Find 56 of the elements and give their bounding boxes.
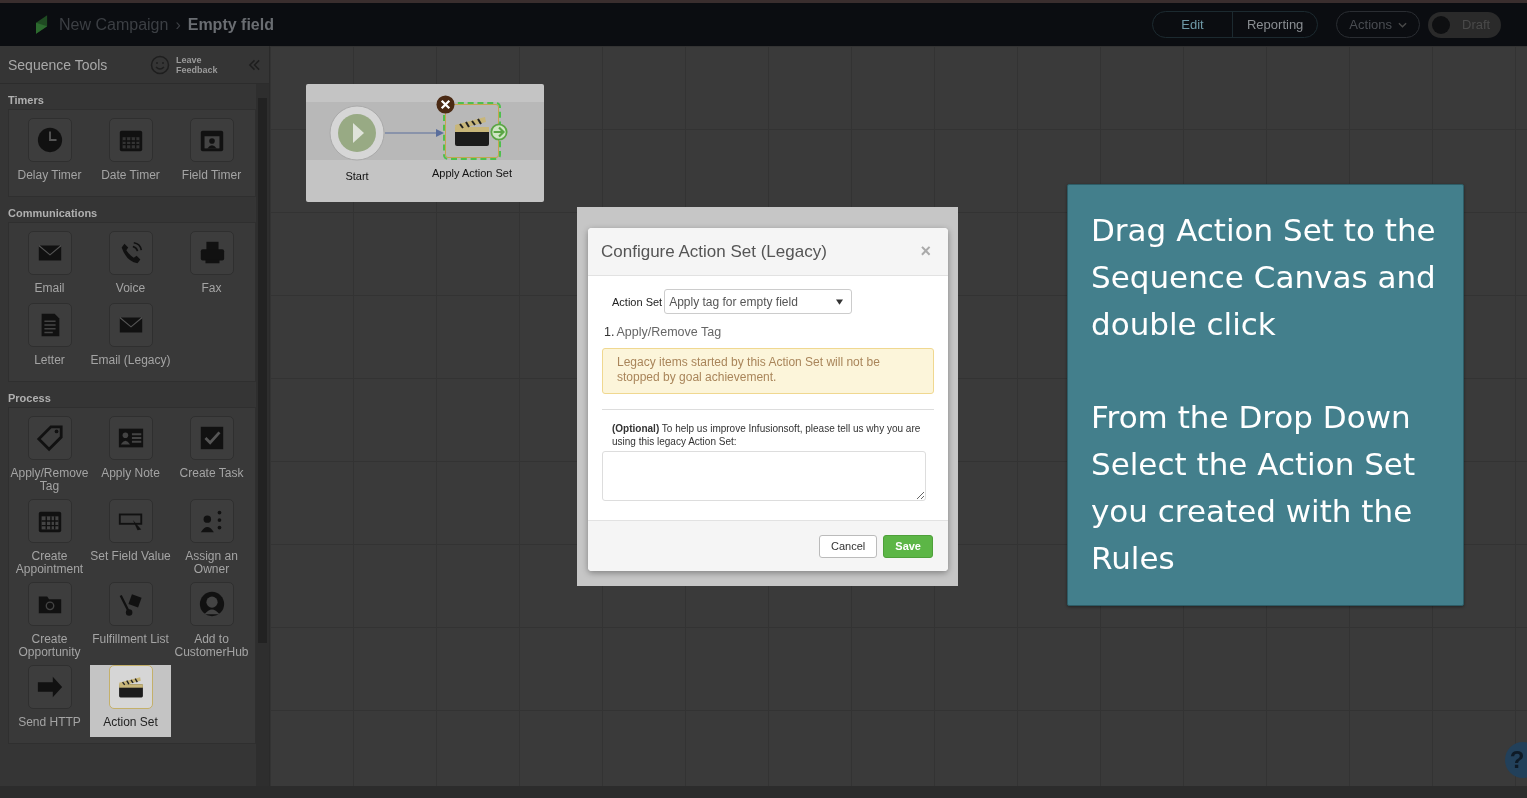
warning-message: Legacy items started by this Action Set will not be stopped by goal achievement. bbox=[602, 348, 934, 394]
feedback-prompt: (Optional) To help us improve Infusionsoft, please tell us why you are using this legacy Action Set: bbox=[612, 422, 922, 448]
tool-item[interactable]: Fax bbox=[171, 231, 252, 303]
feedback-link[interactable]: Leave Feedback bbox=[176, 54, 228, 75]
node-label: Apply Action Set bbox=[431, 167, 513, 179]
sequence-node[interactable]: Apply Action Set bbox=[426, 94, 518, 179]
tool-item[interactable]: Voice bbox=[90, 231, 171, 303]
instruction-text: From the Drop Down Select the Action Set you created with the Rules bbox=[1091, 398, 1417, 578]
instruction-text: Drag Action Set to the Sequence Canvas and double click bbox=[1091, 211, 1437, 344]
tool-item[interactable]: Action Set bbox=[90, 665, 171, 737]
dialog-title: Configure Action Set (Legacy) bbox=[601, 241, 827, 262]
logo-icon bbox=[36, 15, 49, 34]
tool-item[interactable]: Email (Legacy) bbox=[90, 303, 171, 375]
tool-item[interactable]: Create Task bbox=[171, 416, 252, 499]
connector-arrow bbox=[385, 128, 445, 138]
tag-icon bbox=[35, 424, 64, 452]
breadcrumb-item: Empty field bbox=[187, 15, 274, 34]
tool-item[interactable]: Send HTTP bbox=[9, 665, 90, 737]
tool-item[interactable]: Delay Timer bbox=[9, 118, 90, 190]
feedback-textarea[interactable] bbox=[602, 451, 926, 501]
person-circle-icon bbox=[197, 590, 226, 618]
tool-item[interactable]: Field Timer bbox=[171, 118, 252, 190]
tool-item[interactable]: Email bbox=[9, 231, 90, 303]
section-title: Timers bbox=[8, 94, 45, 106]
tool-item[interactable]: Apply/Remove Tag bbox=[9, 416, 90, 499]
view-tab[interactable]: Edit bbox=[1153, 12, 1233, 37]
clapperboard-icon bbox=[452, 114, 492, 148]
chevron-icon bbox=[1398, 21, 1407, 28]
step-number: 1. bbox=[604, 325, 615, 339]
node-label: Start bbox=[345, 170, 369, 182]
action-set-dropdown[interactable]: Apply tag for empty field bbox=[664, 289, 853, 314]
save-button[interactable]: Save bbox=[883, 534, 933, 558]
tool-item[interactable]: Create Opportunity bbox=[9, 582, 90, 665]
section-title: Communications bbox=[8, 207, 99, 219]
tool-item[interactable]: Create Appointment bbox=[9, 499, 90, 582]
action-node-frame[interactable] bbox=[445, 104, 499, 158]
cancel-button[interactable]: Cancel bbox=[819, 534, 878, 558]
tool-item[interactable]: Assign an Owner bbox=[171, 499, 252, 582]
arrow-icon[interactable] bbox=[490, 123, 508, 141]
caret-icon bbox=[836, 298, 844, 305]
breadcrumb-separator: › bbox=[175, 15, 181, 34]
view-tab[interactable]: Reporting bbox=[1233, 12, 1318, 37]
tool-item[interactable]: Add to CustomerHub bbox=[171, 582, 252, 665]
tool-item[interactable]: Apply Note bbox=[90, 416, 171, 499]
sidebar-title: Sequence Tools bbox=[8, 56, 108, 73]
field-label: Action Set bbox=[612, 295, 663, 308]
tool-item[interactable]: Fulfillment List bbox=[90, 582, 171, 665]
close-icon[interactable] bbox=[436, 95, 455, 114]
clock-icon bbox=[35, 126, 64, 154]
tool-item[interactable]: Date Timer bbox=[90, 118, 171, 190]
tool-item[interactable]: Letter bbox=[9, 303, 90, 375]
step-label: Apply/Remove Tag bbox=[616, 325, 722, 339]
tool-item[interactable]: Set Field Value bbox=[90, 499, 171, 582]
section-title: Process bbox=[8, 392, 52, 404]
smiley-icon bbox=[150, 54, 170, 75]
sequence-node[interactable]: Start bbox=[328, 105, 386, 182]
